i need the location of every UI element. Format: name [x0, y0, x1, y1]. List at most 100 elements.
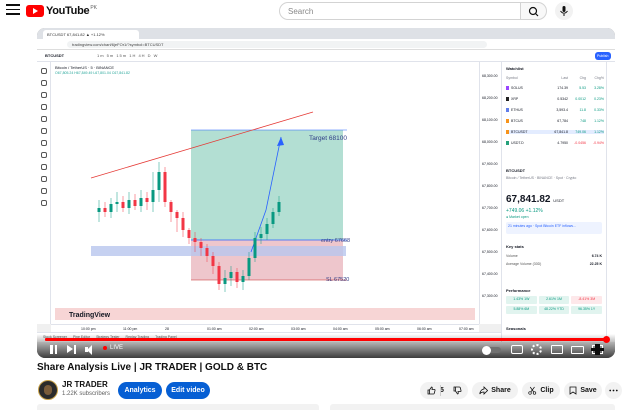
miniplayer-icon[interactable] — [551, 345, 563, 354]
time-tick: 05:00 am — [375, 327, 390, 331]
avg-volume-label: Average Volume (30D) — [506, 262, 542, 266]
time-tick: 03:00 am — [291, 327, 306, 331]
more-horizontal-icon — [609, 389, 618, 392]
watchlist-value: 5.53 — [579, 86, 586, 90]
save-button[interactable]: Save — [564, 382, 602, 399]
tv-right-toolbar — [606, 62, 615, 342]
volume-icon[interactable] — [85, 344, 97, 355]
more-actions-button[interactable] — [605, 382, 622, 399]
candle-body — [265, 224, 269, 234]
candle-body — [109, 204, 113, 212]
analytics-button[interactable]: Analytics — [118, 382, 162, 399]
watchlist-value: 1.12% — [594, 119, 604, 123]
trash-icon — [40, 200, 47, 206]
pause-icon[interactable] — [49, 344, 58, 355]
entry-label: entry 67668 — [321, 238, 351, 244]
candle-body — [235, 272, 239, 282]
autoplay-toggle[interactable] — [482, 345, 501, 355]
candle-body — [121, 202, 125, 208]
scrubber-handle[interactable] — [603, 336, 610, 343]
like-separator — [440, 385, 441, 396]
candle-body — [127, 200, 131, 208]
price-tick: 68,100.00 — [482, 118, 498, 122]
youtube-logo-text: YouTube — [46, 5, 90, 17]
fullscreen-icon[interactable] — [591, 344, 604, 355]
watchlist-symbol: ETHUS — [506, 108, 546, 112]
candle-body — [199, 242, 203, 248]
watchlist-row: USDT.D 4.7950 -0.0456 -0.94% — [506, 141, 604, 145]
tv-timeframes: 1m 5m 15m 1H 4H D W — [97, 53, 159, 58]
watchlist-value: -0.0456 — [574, 141, 586, 145]
like-icon[interactable] — [427, 386, 436, 395]
lock-icon — [40, 176, 47, 182]
search-input[interactable]: Search — [279, 2, 521, 20]
price-tick: 67,300.00 — [482, 294, 498, 298]
detail-price-value: 67,841.82 — [506, 194, 551, 205]
support-band — [91, 246, 346, 256]
browser-tab: BTCUSDT 67,841.82 ▲ +1.12% — [43, 30, 139, 39]
video-player[interactable]: BTCUSDT 67,841.82 ▲ +1.12% tradingview.c… — [37, 28, 615, 358]
search-button[interactable] — [521, 2, 547, 20]
time-tick: 02:00 am — [249, 327, 264, 331]
clip-button[interactable]: Clip — [522, 382, 560, 399]
tradingview-toolbar: BTCUSDT 1m 5m 15m 1H 4H D W Publish — [37, 50, 615, 62]
like-dislike-group: 5 — [420, 382, 468, 399]
watchlist-row: XRP 0.5342 0.0012 0.23% — [506, 97, 604, 101]
youtube-logo[interactable]: YouTube PK — [26, 4, 97, 18]
progress-bar[interactable] — [45, 338, 607, 341]
performance-cell: 5.88% 6M — [506, 306, 537, 314]
detail-price: 67,841.82 USDT — [506, 194, 564, 205]
captions-icon[interactable] — [511, 345, 523, 354]
price-tick: 68,200.00 — [482, 96, 498, 100]
watchlist-row: BTCUSDT 67,841.8 749.06 1.12% — [506, 130, 604, 134]
performance-title: Performance — [506, 288, 531, 293]
watchlist-symbol: SOLUS — [506, 86, 546, 90]
youtube-header: YouTube PK Search — [0, 0, 625, 22]
lower-red-band — [55, 308, 475, 320]
detail-change: +749.06 +1.12% — [506, 208, 543, 214]
watchlist-symbol: XRP — [506, 97, 546, 101]
detail-news: 21 minutes ago · Spot Bitcoin ETF inflow… — [506, 222, 602, 234]
microphone-icon — [560, 6, 568, 16]
eye-icon — [40, 188, 47, 194]
time-tick: 04:00 am — [333, 327, 348, 331]
share-button[interactable]: Share — [472, 382, 518, 399]
clip-label: Clip — [540, 387, 554, 394]
volume-row: Volume 6.74 K — [506, 254, 602, 258]
tv-chart-canvas — [55, 111, 475, 320]
tv-price-axis: 68,300.00 68,200.00 68,100.00 68,000.00 67,9… — [479, 62, 501, 324]
settings-gear-icon[interactable] — [531, 344, 542, 355]
candle-body — [145, 198, 149, 202]
price-tick: 67,500.00 — [482, 250, 498, 254]
watchlist-symbol: BTCUSDT — [506, 130, 546, 134]
watchlist-value: 0.33% — [594, 108, 604, 112]
candle-body — [151, 190, 155, 202]
text-icon — [40, 116, 47, 122]
browser-url: tradingview.com/chart/6jeFOr1/?symbol=BT… — [67, 41, 487, 48]
next-icon[interactable] — [67, 344, 77, 355]
avg-volume-value: 22.25 K — [589, 262, 602, 266]
screen-share-browser: BTCUSDT 67,841.82 ▲ +1.12% tradingview.c… — [37, 28, 615, 358]
dislike-icon[interactable] — [453, 386, 462, 395]
watchlist-value: 0.23% — [594, 97, 604, 101]
time-tick: 06:00 am — [417, 327, 432, 331]
channel-name[interactable]: JR TRADER — [62, 380, 108, 389]
live-label: LIVE — [110, 345, 124, 351]
candle-body — [247, 258, 251, 276]
watchlist-column-header: Chg% — [594, 76, 604, 80]
target-label: Target 68100 — [309, 135, 347, 142]
candle-body — [133, 200, 137, 206]
tv-pair-title: Bitcoin / TetherUS · 5 · BINANCE — [55, 65, 115, 70]
voice-search-button[interactable] — [555, 2, 573, 20]
theater-mode-icon[interactable] — [571, 346, 584, 354]
hamburger-menu-icon[interactable] — [6, 4, 20, 16]
live-badge[interactable]: LIVE — [103, 345, 123, 351]
edit-video-button[interactable]: Edit video — [166, 382, 210, 399]
performance-cell: 1.43% 1W — [506, 296, 537, 304]
channel-avatar[interactable] — [38, 380, 58, 400]
magnet-icon — [40, 164, 47, 170]
save-playlist-icon — [569, 386, 577, 395]
watchlist-header: Symbol Last Chg Chg% — [506, 76, 604, 80]
watchlist-symbol: BTCUS — [506, 119, 546, 123]
fib-icon — [40, 92, 47, 98]
